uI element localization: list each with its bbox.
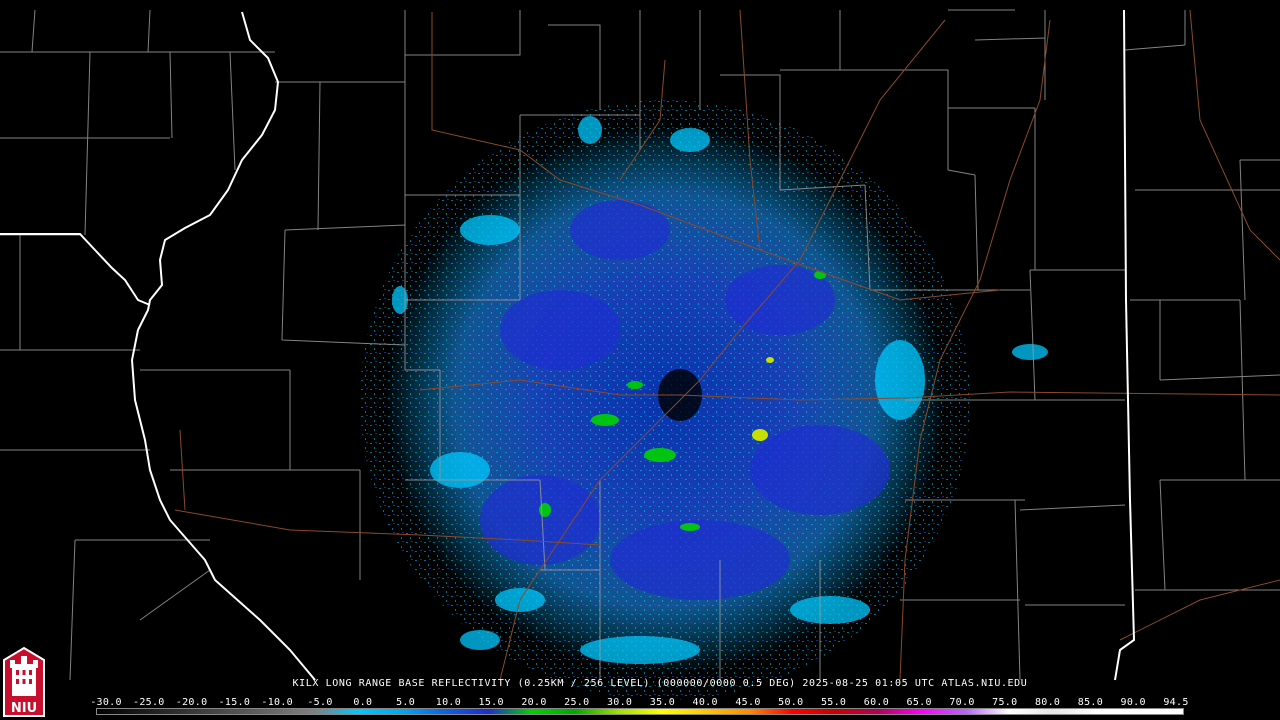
radar-map <box>0 9 1280 700</box>
product-caption: KILX LONG RANGE BASE REFLECTIVITY (0.25K… <box>292 678 1028 689</box>
reflectivity-colorbar <box>96 708 1184 715</box>
logo-tower-icon <box>10 656 38 696</box>
logo-text: NIU <box>11 701 37 716</box>
niu-logo: NIU <box>3 646 45 717</box>
